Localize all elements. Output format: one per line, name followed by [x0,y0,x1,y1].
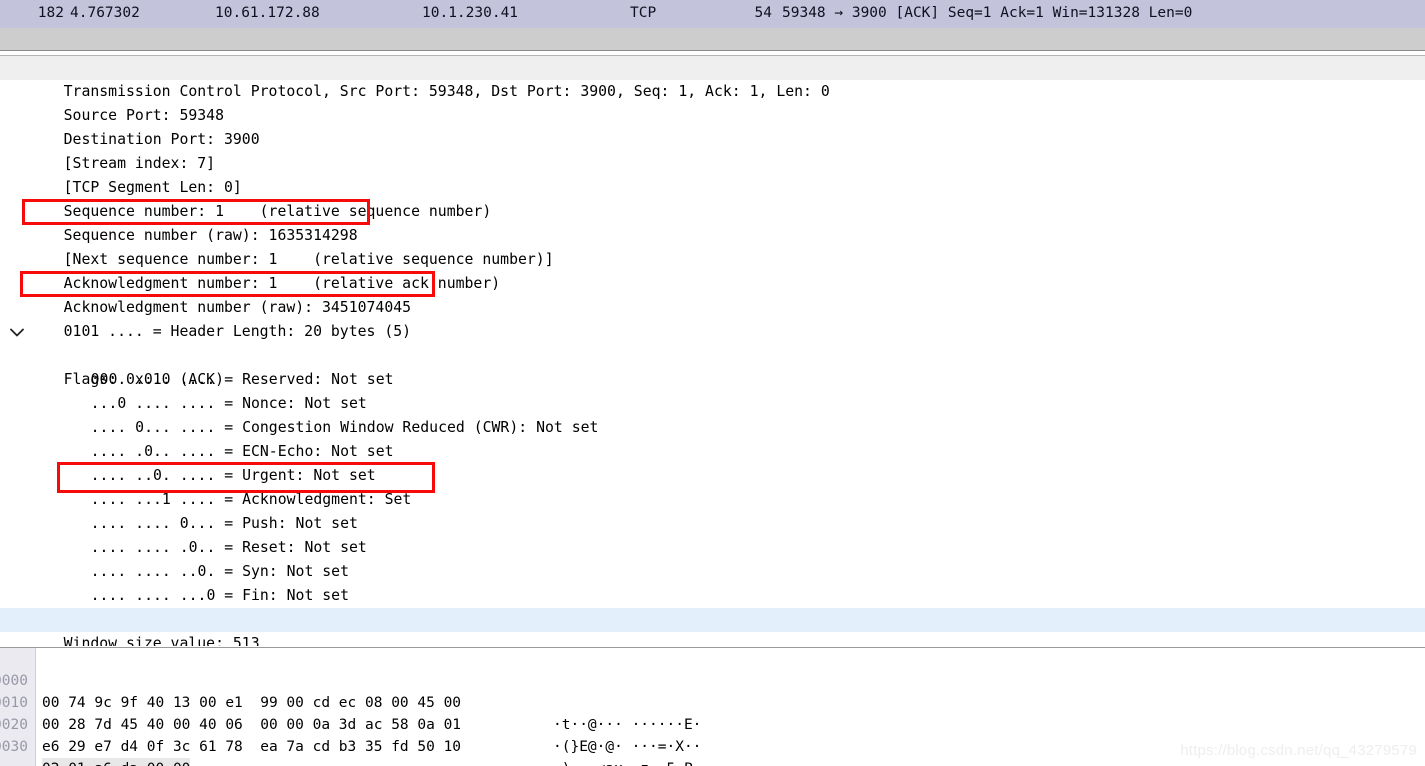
packet-no: 182 [37,5,64,21]
tree-row-calculated-window-size[interactable]: [Calculated window size: 131328] [0,632,1425,646]
packet-protocol: TCP [630,5,657,21]
tree-row-flag-urgent[interactable]: .... ..0. .... = Urgent: Not set [0,440,1425,484]
tree-row-destination-port[interactable]: Destination Port: 3900 [0,104,1425,148]
packet-list-row-selected[interactable]: 182 4.767302 10.61.172.88 10.1.230.41 TC… [0,0,1425,27]
tree-row-stream-index[interactable]: [Stream index: 7] [0,128,1425,172]
tree-row-sequence-number[interactable]: Sequence number: 1 (relative sequence nu… [0,176,1425,220]
tree-row-header-length[interactable]: 0101 .... = Header Length: 20 bytes (5) [0,296,1425,340]
tree-row-flag-reset[interactable]: .... .... .0.. = Reset: Not set [0,512,1425,556]
packet-source: 10.61.172.88 [215,5,320,21]
packet-info: 59348 → 3900 [ACK] Seq=1 Ack=1 Win=13132… [782,5,1193,21]
tree-row-tcp-flags-summary[interactable]: [TCP Flags: ·······A····] [0,584,1425,628]
hex-row[interactable]: 0010 00 28 7d 45 40 00 40 06 00 00 0a 3d… [0,670,1425,755]
tree-row-flag-reserved[interactable]: 000. .... .... = Reserved: Not set [0,344,1425,388]
tree-row-protocol-header[interactable]: Transmission Control Protocol, Src Port:… [0,56,1425,100]
tree-row-source-port[interactable]: Source Port: 59348 [0,80,1425,124]
watermark: https://blog.csdn.net/qq_43279579 [1180,742,1417,759]
packet-detail-pane[interactable]: Transmission Control Protocol, Src Port:… [0,56,1425,646]
tree-row-flags[interactable]: Flags: 0x010 (ACK) [0,320,1425,388]
tree-row-flag-nonce[interactable]: ...0 .... .... = Nonce: Not set [0,368,1425,412]
tree-row-flag-syn[interactable]: .... .... ..0. = Syn: Not set [0,536,1425,580]
tree-row-next-sequence-number[interactable]: [Next sequence number: 1 (relative seque… [0,224,1425,268]
tree-row-flag-push[interactable]: .... .... 0... = Push: Not set [0,488,1425,532]
tree-row-window-size-value[interactable]: Window size value: 513 [0,608,1425,646]
hex-bytes: e6 29 e7 d4 0f 3c 61 78 ea 7a cd b3 35 f… [42,739,462,755]
packet-length: 54 [754,5,772,21]
tree-row-flag-ecn-echo[interactable]: .... .0.. .... = ECN-Echo: Not set [0,416,1425,460]
tree-row-flag-cwr[interactable]: .... 0... .... = Congestion Window Reduc… [0,392,1425,436]
hex-row[interactable]: 0020 e6 29 e7 d4 0f 3c 61 78 ea 7a cd b3… [0,692,1425,766]
hex-row[interactable]: 0000 00 74 9c 9f 40 13 00 e1 99 00 cd ec… [0,648,1425,733]
hex-ascii: ·(}E@·@· ···=·X·· [553,739,702,755]
tree-row-sequence-number-raw[interactable]: Sequence number (raw): 1635314298 [0,200,1425,244]
hex-row[interactable]: 0030 02 01 a6 da 00 00 ······ [0,714,1425,766]
tree-row-flag-acknowledgment[interactable]: .... ...1 .... = Acknowledgment: Set [0,464,1425,508]
tree-row-acknowledgment-number-raw[interactable]: Acknowledgment number (raw): 3451074045 [0,272,1425,316]
packet-time: 4.767302 [70,5,140,21]
packet-list-pane[interactable]: 182 4.767302 10.61.172.88 10.1.230.41 TC… [0,0,1425,30]
chevron-down-icon[interactable] [10,320,24,344]
tree-row-flag-fin[interactable]: .... .... ...0 = Fin: Not set [0,560,1425,604]
tree-row-acknowledgment-number[interactable]: Acknowledgment number: 1 (relative ack n… [0,248,1425,292]
tree-row-tcp-segment-len[interactable]: [TCP Segment Len: 0] [0,152,1425,196]
hex-offset: 0030 [0,739,28,755]
packet-list-bottom-band [0,28,1425,51]
packet-destination: 10.1.230.41 [422,5,519,21]
